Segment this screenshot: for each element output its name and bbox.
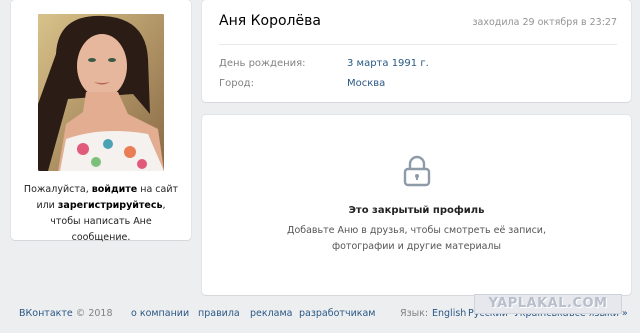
lock-icon — [403, 155, 431, 187]
footer-copyright: ВКонтакте © 2018 — [19, 308, 113, 319]
divider — [219, 44, 617, 45]
private-profile-card: Это закрытый профиль Добавьте Аню в друз… — [202, 115, 631, 295]
info-label: День рождения: — [219, 58, 306, 69]
birthday-link[interactable]: 3 марта 1991 г. — [347, 58, 547, 69]
footer-link-developers[interactable]: разработчикам — [299, 308, 375, 319]
guest-message-text: Пожалуйста, — [23, 184, 92, 195]
last-seen-status: заходила 29 октября в 23:27 — [472, 17, 618, 28]
footer-link-about[interactable]: о компании — [131, 308, 189, 319]
avatar-photo — [38, 14, 164, 171]
footer-link-ads[interactable]: реклама — [250, 308, 293, 319]
register-link[interactable]: зарегистрируйтесь — [58, 200, 163, 211]
language-label: Язык: — [400, 308, 429, 319]
info-label: Город: — [219, 78, 254, 89]
avatar[interactable] — [38, 14, 164, 171]
login-link[interactable]: войдите — [92, 184, 137, 195]
language-link-english[interactable]: English — [432, 308, 466, 319]
footer-link-rules[interactable]: правила — [198, 308, 240, 319]
guest-message: Пожалуйста, войдите на сайт или зарегист… — [21, 182, 181, 246]
footer-brand-link[interactable]: ВКонтакте — [19, 308, 73, 319]
profile-header-card: Аня Королёва заходила 29 октября в 23:27… — [202, 0, 631, 102]
profile-photo-card: Пожалуйста, войдите на сайт или зарегист… — [11, 0, 191, 243]
profile-name: Аня Королёва — [219, 13, 321, 29]
footer-year: © 2018 — [75, 308, 113, 319]
private-profile-title: Это закрытый профиль — [348, 205, 485, 216]
site-watermark: YAPLAKAL.COM — [474, 294, 622, 314]
private-profile-description: Добавьте Аню в друзья, чтобы смотреть её… — [287, 225, 546, 252]
city-link[interactable]: Москва — [347, 78, 547, 89]
